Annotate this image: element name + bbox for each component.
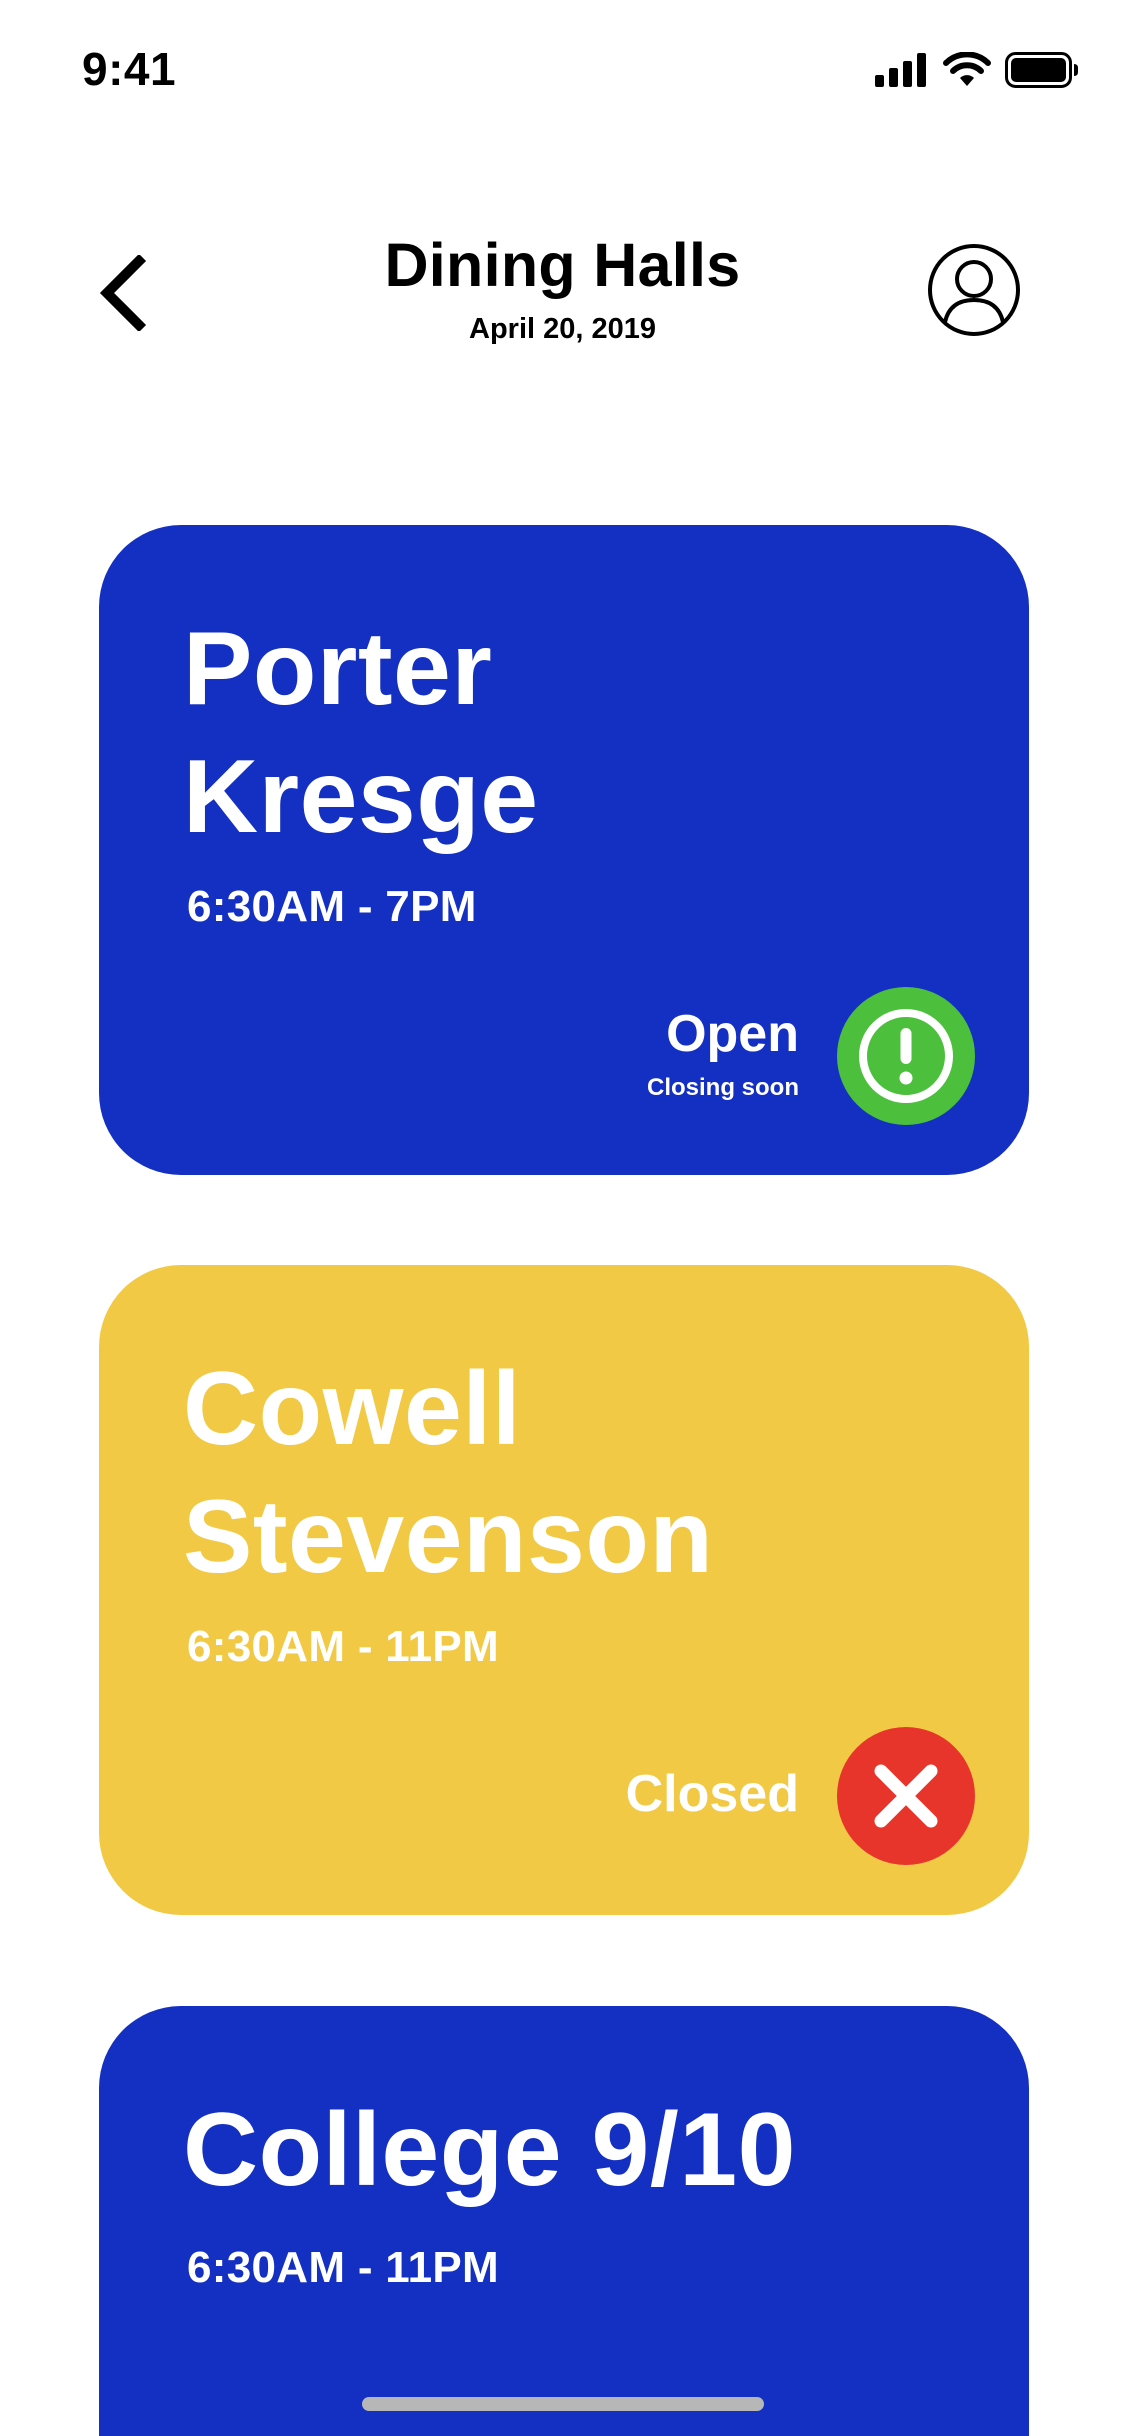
home-indicator[interactable] xyxy=(362,2397,764,2411)
dining-hall-card[interactable]: College 9/10 6:30AM - 11PM xyxy=(99,2006,1029,2436)
status-label: Closed xyxy=(625,1765,799,1823)
hall-name-line1: Porter xyxy=(183,611,493,727)
wifi-icon xyxy=(943,52,991,86)
status-note: Closing soon xyxy=(647,1074,799,1101)
cellular-signal-icon xyxy=(875,53,926,87)
dining-hall-card[interactable]: Cowell Stevenson 6:30AM - 11PM Closed xyxy=(99,1265,1029,1915)
hall-name-line2: Kresge xyxy=(183,739,539,855)
status-bar: 9:41 xyxy=(0,0,1125,132)
hall-status: Closed xyxy=(626,1768,799,1820)
status-time: 9:41 xyxy=(82,43,177,95)
status-label: Open xyxy=(666,1005,799,1063)
close-icon xyxy=(874,1764,938,1828)
exclamation-icon xyxy=(859,1009,953,1103)
battery-icon xyxy=(1005,52,1078,88)
profile-button[interactable] xyxy=(926,242,1022,338)
dining-halls-screen: 9:41 Dining Halls April 20, 2019 Porter … xyxy=(0,0,1125,2436)
hall-name-line1: Cowell xyxy=(183,1351,522,1467)
user-icon xyxy=(928,244,1020,336)
hall-status: Open Closing soon xyxy=(647,1008,799,1102)
hall-name-line2: Stevenson xyxy=(183,1479,714,1595)
status-icons xyxy=(875,50,1079,90)
hall-hours: 6:30AM - 11PM xyxy=(187,2243,500,2292)
hall-name: College 9/10 xyxy=(183,2092,796,2208)
hall-hours: 6:30AM - 7PM xyxy=(187,882,477,931)
status-indicator xyxy=(837,987,975,1125)
header: Dining Halls April 20, 2019 xyxy=(0,220,1125,370)
hall-hours: 6:30AM - 11PM xyxy=(187,1622,500,1671)
dining-hall-card[interactable]: Porter Kresge 6:30AM - 7PM Open Closing … xyxy=(99,525,1029,1175)
status-indicator xyxy=(837,1727,975,1865)
